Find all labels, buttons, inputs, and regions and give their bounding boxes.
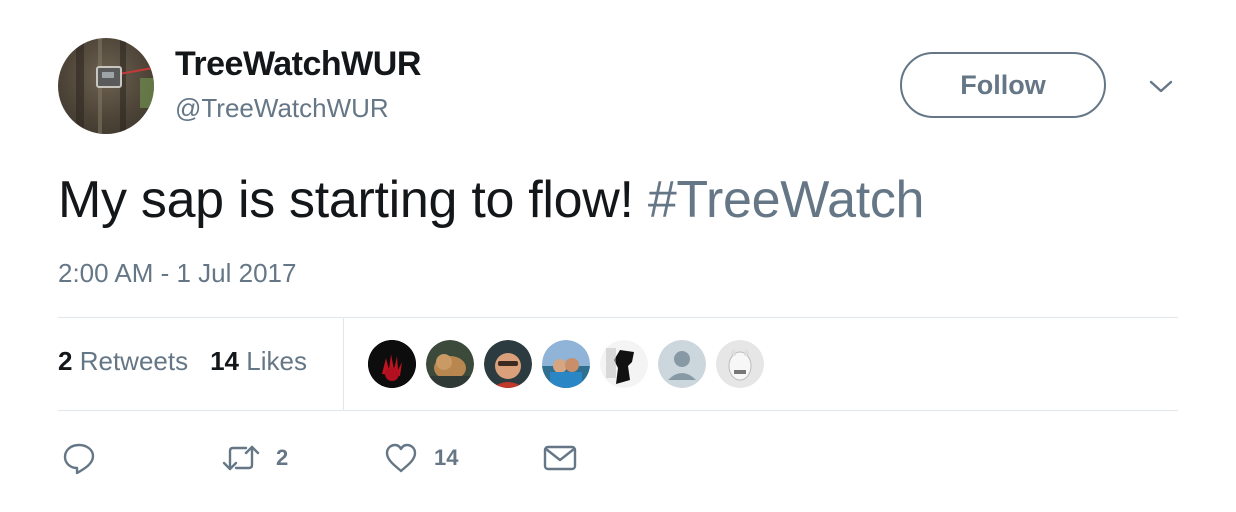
retweets-stat[interactable]: 2 Retweets	[58, 346, 188, 376]
bark-texture	[76, 38, 84, 134]
retweet-button[interactable]: 2	[222, 438, 288, 478]
envelope-icon	[543, 444, 577, 472]
retweet-icon	[222, 443, 260, 473]
like-count: 14	[434, 445, 459, 470]
reply-button[interactable]	[62, 438, 96, 478]
retweets-label: Retweets	[79, 346, 189, 376]
account-name[interactable]: TreeWatchWUR	[175, 45, 421, 84]
hashtag-link[interactable]: #TreeWatch	[648, 171, 925, 229]
tweet-body: My sap is starting to flow!	[58, 171, 634, 229]
retweet-count: 2	[276, 445, 289, 470]
likes-label: Likes	[246, 346, 307, 376]
likes-count: 14	[210, 346, 240, 376]
follow-button[interactable]: Follow	[900, 52, 1106, 118]
retweets-count: 2	[58, 346, 73, 376]
liker-avatar[interactable]	[368, 340, 416, 388]
tweet-stats: 2 Retweets 14 Likes	[58, 346, 307, 377]
likes-stat[interactable]: 14 Likes	[210, 346, 307, 376]
liker-avatar[interactable]	[426, 340, 474, 388]
liker-avatar[interactable]	[600, 340, 648, 388]
liker-avatar[interactable]	[542, 340, 590, 388]
tweet-timestamp[interactable]: 2:00 AM - 1 Jul 2017	[58, 258, 296, 289]
direct-message-button[interactable]	[543, 438, 577, 478]
divider	[58, 317, 1178, 318]
liker-avatar[interactable]	[484, 340, 532, 388]
stats-divider	[343, 318, 344, 410]
avatar[interactable]	[58, 38, 154, 134]
heart-icon	[384, 442, 418, 474]
default-avatar-icon[interactable]	[658, 340, 706, 388]
chevron-down-icon[interactable]	[1148, 76, 1174, 96]
like-button[interactable]: 14	[384, 438, 458, 478]
account-handle[interactable]: @TreeWatchWUR	[175, 93, 389, 124]
liker-avatar[interactable]	[716, 340, 764, 388]
reply-icon	[62, 441, 96, 475]
sensor-device-icon	[96, 66, 122, 88]
divider	[58, 410, 1178, 411]
tweet-text: My sap is starting to flow! #TreeWatch	[58, 170, 924, 230]
foliage	[140, 78, 154, 108]
